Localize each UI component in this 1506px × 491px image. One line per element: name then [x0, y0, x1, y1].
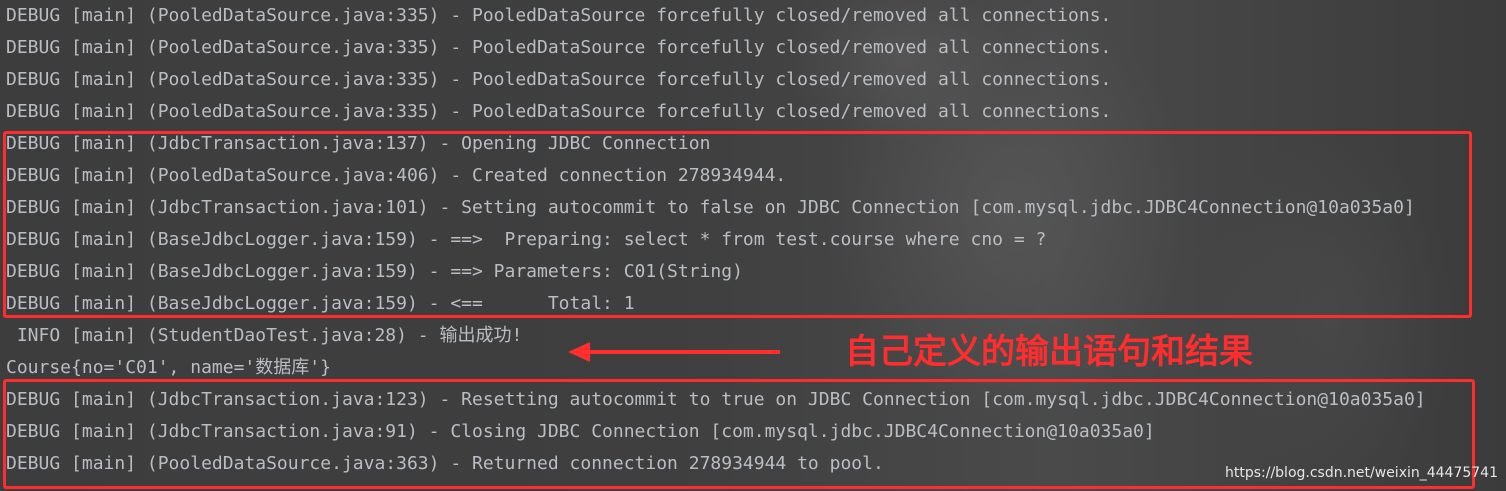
log-line-1: DEBUG [main] (PooledDataSource.java:335)…: [6, 5, 1112, 26]
annotation-label: 自己定义的输出语句和结果: [845, 332, 1253, 372]
highlight-box-jdbc-open: [3, 131, 1472, 318]
watermark: https://blog.csdn.net/weixin_44475741: [1224, 465, 1498, 481]
log-line-3: DEBUG [main] (PooledDataSource.java:335)…: [6, 69, 1112, 90]
log-line-2: DEBUG [main] (PooledDataSource.java:335)…: [6, 37, 1112, 58]
log-line-4: DEBUG [main] (PooledDataSource.java:335)…: [6, 101, 1112, 122]
left-arrow-icon: [568, 342, 780, 362]
log-line-11: INFO [main] (StudentDaoTest.java:28) - 输…: [6, 325, 523, 346]
